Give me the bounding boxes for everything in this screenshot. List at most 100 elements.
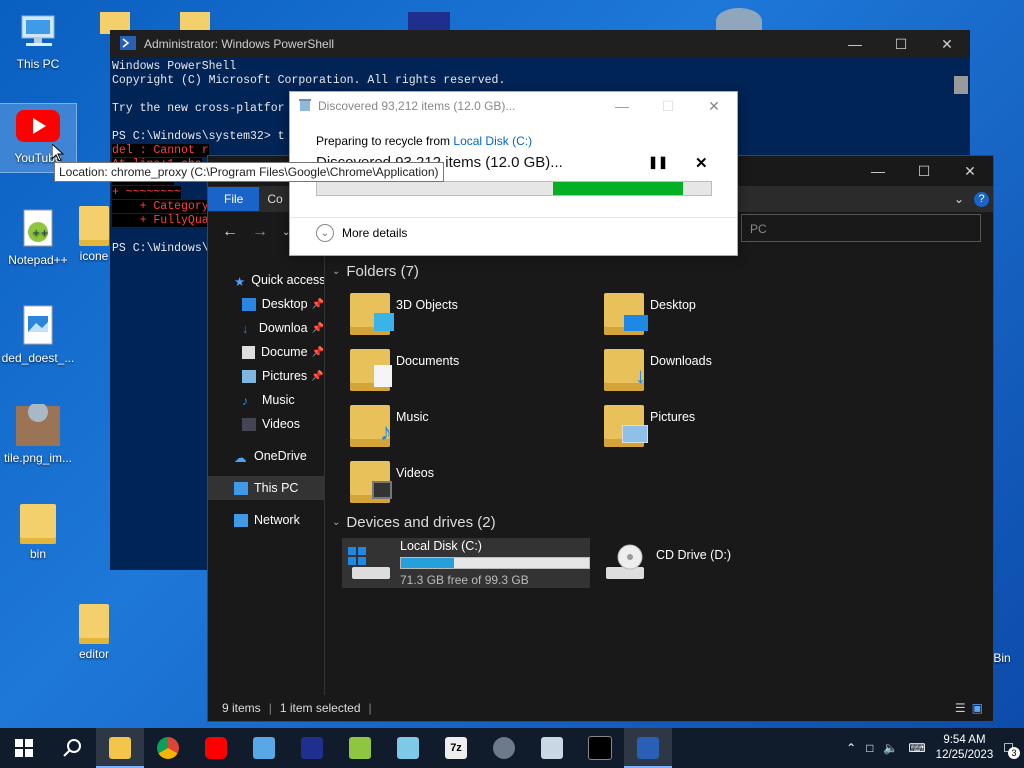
taskbar-notepad-plus-plus[interactable] xyxy=(336,728,384,768)
folder-item-documents[interactable]: Documents xyxy=(350,344,590,396)
network-icon xyxy=(234,513,248,527)
title-bar[interactable]: Administrator: Windows PowerShell — ☐ ✕ xyxy=(110,30,970,58)
maximize-button[interactable]: ☐ xyxy=(645,98,691,115)
close-button[interactable]: ✕ xyxy=(691,98,737,115)
folder-label: 3D Objects xyxy=(396,298,458,312)
file-explorer-icon xyxy=(109,737,131,759)
desktop-icon-image-file[interactable]: ded_doest_... xyxy=(0,304,76,365)
back-arrow-icon[interactable]: ← xyxy=(222,223,238,241)
folder-item-pictures[interactable]: Pictures xyxy=(604,400,844,452)
tab-computer[interactable]: Co xyxy=(259,187,290,211)
folder-item-3d-objects[interactable]: 3D Objects xyxy=(350,288,590,340)
nav-onedrive[interactable]: ☁ OneDrive xyxy=(208,444,324,468)
folders-group-header[interactable]: ⌄ Folders (7) xyxy=(332,256,419,286)
drives-group-header[interactable]: ⌄ Devices and drives (2) xyxy=(332,507,496,537)
navigation-pane: ★ Quick access Desktop 📌 ↓ Downloa 📌 Docum… xyxy=(208,256,325,696)
dialog-title-bar[interactable]: Discovered 93,212 items (12.0 GB)... — ☐… xyxy=(290,92,737,120)
image-thumbnail-icon xyxy=(16,402,60,448)
folder-item-music[interactable]: ♪ Music xyxy=(350,400,590,452)
desktop-icon-tile[interactable]: tile.png_im... xyxy=(0,402,76,465)
group-label: Devices and drives (2) xyxy=(346,513,496,531)
scrollbar-thumb[interactable] xyxy=(954,76,968,94)
search-input[interactable]: PC xyxy=(741,214,981,242)
taskbar-chrome[interactable] xyxy=(144,728,192,768)
taskbar-paint[interactable] xyxy=(288,728,336,768)
start-button[interactable] xyxy=(0,728,48,768)
nav-item-pictures[interactable]: Pictures 📌 xyxy=(208,364,324,388)
nav-item-music[interactable]: ♪ Music xyxy=(208,388,324,412)
command-prompt-icon xyxy=(588,736,612,760)
desktop-icon-icone[interactable]: icone xyxy=(74,206,114,263)
drive-free-space: 71.3 GB free of 99.3 GB xyxy=(400,573,529,587)
chevron-down-icon[interactable]: ⌄ xyxy=(954,192,964,206)
folder-item-desktop[interactable]: Desktop xyxy=(604,288,844,340)
taskbar-powershell[interactable] xyxy=(624,728,672,768)
drive-item-local-disk[interactable]: Local Disk (C:) 71.3 GB free of 99.3 GB xyxy=(342,538,590,588)
error-line: + FullyQua xyxy=(112,214,209,227)
notification-center-button[interactable]: ☐ 3 xyxy=(1003,741,1020,759)
forward-arrow-icon[interactable]: → xyxy=(252,223,268,241)
status-bar: 9 items | 1 item selected | ☰ ▣ xyxy=(208,695,993,721)
clock[interactable]: 9:54 AM 12/25/2023 xyxy=(936,733,994,763)
taskbar-cmd[interactable] xyxy=(576,728,624,768)
progress-fill xyxy=(553,182,684,195)
drive-item-cd-drive[interactable]: CD Drive (D:) xyxy=(598,538,798,588)
taskbar-recycle-bin[interactable] xyxy=(240,728,288,768)
close-button[interactable]: ✕ xyxy=(947,163,993,180)
video-icon xyxy=(242,417,256,431)
downloads-folder-icon: ↓ xyxy=(604,349,646,391)
desktop-icon-editor[interactable]: editor xyxy=(74,604,114,661)
minimize-button[interactable]: — xyxy=(832,36,878,52)
desktop-icon-notepad-plus-plus[interactable]: ++ Notepad++ xyxy=(0,206,76,267)
desktop-icon-this-pc[interactable]: This PC xyxy=(0,10,76,71)
help-icon[interactable]: ? xyxy=(974,191,989,207)
progress-bar xyxy=(316,181,712,196)
nav-item-downloads[interactable]: ↓ Downloa 📌 xyxy=(208,316,324,340)
desktop-icon-bin-folder[interactable]: bin xyxy=(0,504,76,561)
videos-folder-icon xyxy=(350,461,392,503)
error-line: del : Cannot r xyxy=(112,144,209,157)
taskbar-file-explorer[interactable] xyxy=(96,728,144,768)
search-button[interactable] xyxy=(48,728,96,768)
folder-item-videos[interactable]: Videos xyxy=(350,456,590,508)
3d-objects-folder-icon xyxy=(350,293,394,335)
cancel-button[interactable]: ✕ xyxy=(695,154,708,172)
large-icons-view-icon[interactable]: ▣ xyxy=(972,701,983,715)
drive-label: Local Disk (C:) xyxy=(400,539,482,553)
more-details-toggle[interactable]: ⌄ More details xyxy=(316,224,407,242)
recycle-bin-icon xyxy=(253,737,275,759)
minimize-button[interactable]: — xyxy=(855,163,901,179)
console-line: Windows PowerShell xyxy=(112,60,237,73)
taskbar-settings[interactable] xyxy=(480,728,528,768)
minimize-button[interactable]: — xyxy=(599,98,645,114)
pause-button[interactable]: ❚❚ xyxy=(648,155,668,169)
chevron-down-icon: ⌄ xyxy=(332,265,341,277)
mouse-cursor-icon xyxy=(51,142,65,165)
taskbar-notepad[interactable] xyxy=(384,728,432,768)
taskbar-youtube[interactable] xyxy=(192,728,240,768)
close-button[interactable]: ✕ xyxy=(924,36,970,53)
folder-item-downloads[interactable]: ↓ Downloads xyxy=(604,344,844,396)
maximize-button[interactable]: ☐ xyxy=(901,163,947,180)
maximize-button[interactable]: ☐ xyxy=(878,36,924,53)
folder-label: Pictures xyxy=(650,410,696,424)
source-link[interactable]: Local Disk (C:) xyxy=(453,134,532,148)
nav-this-pc[interactable]: This PC xyxy=(208,476,324,500)
clock-date: 12/25/2023 xyxy=(935,749,994,761)
tab-file[interactable]: File xyxy=(208,187,260,211)
volume-muted-icon[interactable]: 🔈 xyxy=(883,741,898,755)
pictures-folder-icon xyxy=(604,405,648,447)
taskbar-photos[interactable] xyxy=(528,728,576,768)
folder-label: Documents xyxy=(396,354,460,368)
details-view-icon[interactable]: ☰ xyxy=(955,701,966,715)
taskbar-7zip[interactable]: 7z xyxy=(432,728,480,768)
nav-quick-access[interactable]: ★ Quick access xyxy=(208,268,324,292)
keyboard-icon[interactable]: ⌨ xyxy=(908,741,925,755)
nav-item-videos[interactable]: Videos xyxy=(208,412,324,436)
nav-item-desktop[interactable]: Desktop 📌 xyxy=(208,292,324,316)
network-icon[interactable]: □ xyxy=(866,741,873,755)
show-hidden-icons-chevron-icon[interactable]: ⌃ xyxy=(846,741,856,755)
nav-item-documents[interactable]: Docume 📌 xyxy=(208,340,324,364)
nav-network[interactable]: Network xyxy=(208,508,324,532)
nav-label: Docume xyxy=(261,345,308,359)
